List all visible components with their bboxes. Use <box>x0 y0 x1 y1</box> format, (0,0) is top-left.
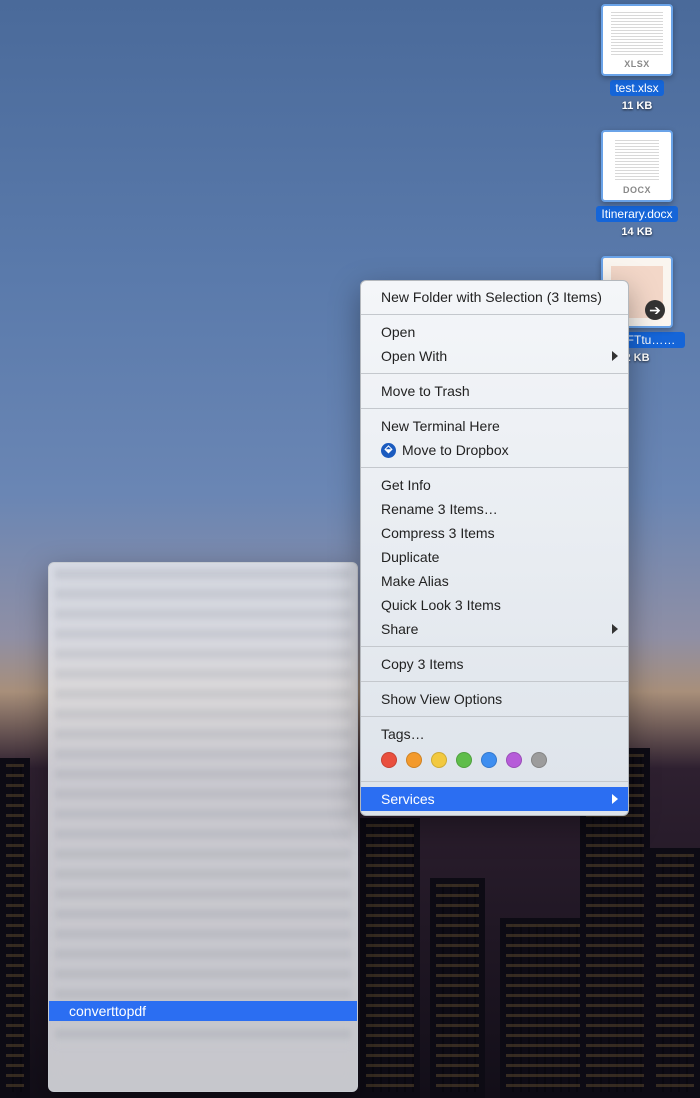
menu-label: Services <box>381 789 435 809</box>
file-size-label: 11 KB <box>589 100 685 112</box>
menu-separator <box>361 408 628 409</box>
menu-new-terminal-here[interactable]: New Terminal Here <box>361 414 628 438</box>
menu-duplicate[interactable]: Duplicate <box>361 545 628 569</box>
menu-label: Copy 3 Items <box>381 654 463 674</box>
menu-label: Open <box>381 322 415 342</box>
tag-color-row <box>361 746 628 776</box>
file-name-label: test.xlsx <box>610 80 663 96</box>
tag-purple[interactable] <box>506 752 522 768</box>
menu-label: Rename 3 Items… <box>381 499 498 519</box>
file-ext-label: DOCX <box>603 185 671 195</box>
file-ext-label: XLSX <box>603 59 671 69</box>
menu-label: New Terminal Here <box>381 416 500 436</box>
menu-share[interactable]: Share <box>361 617 628 641</box>
menu-separator <box>361 373 628 374</box>
services-submenu[interactable]: converttopdf <box>48 562 358 1092</box>
menu-label: Open With <box>381 346 447 366</box>
menu-label: Tags… <box>381 724 425 744</box>
tag-gray[interactable] <box>531 752 547 768</box>
menu-make-alias[interactable]: Make Alias <box>361 569 628 593</box>
menu-open-with[interactable]: Open With <box>361 344 628 368</box>
menu-label: Get Info <box>381 475 431 495</box>
file-thumbnail: DOCX <box>601 130 673 202</box>
menu-separator <box>361 681 628 682</box>
tag-orange[interactable] <box>406 752 422 768</box>
file-name-label: Itinerary.docx <box>596 206 677 222</box>
desktop-file-xlsx[interactable]: XLSX test.xlsx 11 KB <box>589 4 685 112</box>
menu-separator <box>361 314 628 315</box>
menu-tags[interactable]: Tags… <box>361 722 628 746</box>
menu-show-view-options[interactable]: Show View Options <box>361 687 628 711</box>
arrow-badge-icon: ➔ <box>645 300 665 320</box>
tag-red[interactable] <box>381 752 397 768</box>
desktop-file-docx[interactable]: DOCX Itinerary.docx 14 KB <box>589 130 685 238</box>
menu-get-info[interactable]: Get Info <box>361 473 628 497</box>
menu-move-to-dropbox[interactable]: ⬙ Move to Dropbox <box>361 438 628 462</box>
menu-separator <box>361 716 628 717</box>
menu-compress[interactable]: Compress 3 Items <box>361 521 628 545</box>
tag-green[interactable] <box>456 752 472 768</box>
menu-label: Quick Look 3 Items <box>381 595 501 615</box>
submenu-arrow-icon <box>612 624 618 634</box>
menu-label: Duplicate <box>381 547 439 567</box>
menu-new-folder-with-selection[interactable]: New Folder with Selection (3 Items) <box>361 285 628 309</box>
submenu-arrow-icon <box>612 794 618 804</box>
submenu-arrow-icon <box>612 351 618 361</box>
menu-label: Compress 3 Items <box>381 523 495 543</box>
finder-context-menu: New Folder with Selection (3 Items) Open… <box>360 280 629 816</box>
tag-blue[interactable] <box>481 752 497 768</box>
menu-quick-look[interactable]: Quick Look 3 Items <box>361 593 628 617</box>
services-item-converttopdf[interactable]: converttopdf <box>49 1001 357 1021</box>
menu-label: Move to Dropbox <box>402 440 509 460</box>
submenu-blurred-content <box>55 569 351 1047</box>
menu-separator <box>361 646 628 647</box>
menu-services[interactable]: Services <box>361 787 628 811</box>
file-thumbnail: XLSX <box>601 4 673 76</box>
dropbox-icon: ⬙ <box>381 443 396 458</box>
menu-label: Make Alias <box>381 571 449 591</box>
menu-label: New Folder with Selection (3 Items) <box>381 287 602 307</box>
menu-label: Move to Trash <box>381 381 470 401</box>
menu-copy[interactable]: Copy 3 Items <box>361 652 628 676</box>
menu-move-to-trash[interactable]: Move to Trash <box>361 379 628 403</box>
tag-yellow[interactable] <box>431 752 447 768</box>
menu-open[interactable]: Open <box>361 320 628 344</box>
services-item-label: converttopdf <box>69 1003 146 1019</box>
menu-separator <box>361 781 628 782</box>
menu-label: Share <box>381 619 418 639</box>
menu-separator <box>361 467 628 468</box>
file-size-label: 14 KB <box>589 226 685 238</box>
menu-label: Show View Options <box>381 689 502 709</box>
menu-rename[interactable]: Rename 3 Items… <box>361 497 628 521</box>
